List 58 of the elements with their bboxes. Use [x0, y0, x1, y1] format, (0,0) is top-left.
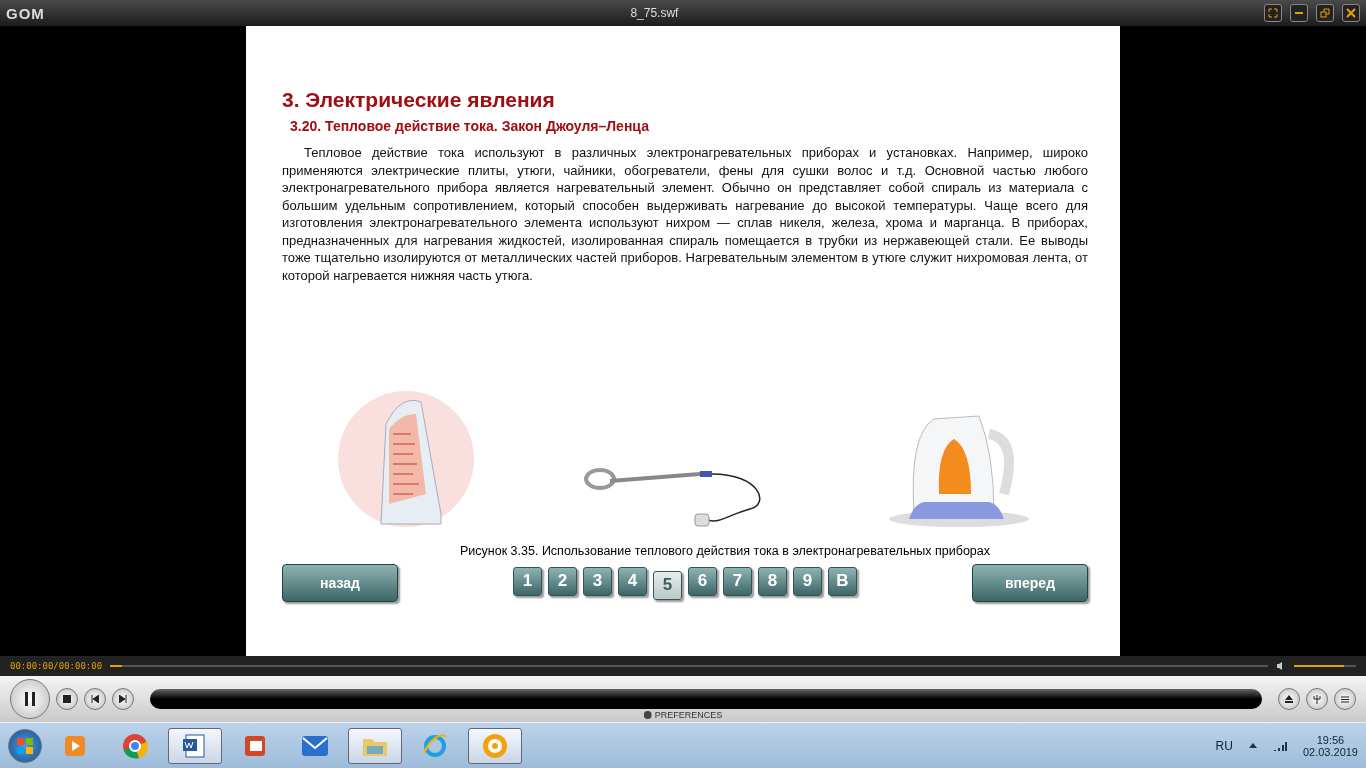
eject-icon [1285, 695, 1293, 703]
stop-icon [63, 695, 71, 703]
taskbar-app-button[interactable] [168, 727, 222, 764]
signal-icon[interactable] [1272, 740, 1287, 751]
forward-button[interactable]: вперед [972, 564, 1088, 602]
slide-paragraph: Тепловое действие тока используют в различных электронагревательных приборах и установках. Например, широко применяются электрические плиты, утюги, чайники, обогреватели, фены для сушки волос и т.д. Основной частью любого электронагревательного прибора является нагревательный элемент. Обычно он представляет собой спираль из материала с большим удельным сопротивлением, который способен выдерживать нагревание до высокой температуры. Чаще всего для изготовления электронагревательного элемента используют нихром — сплав никеля, железа, хрома и марганца. В приборах, предназначенных для нагревания жидкостей, изолированная спираль помещается в трубки из нержавеющей стали. Ее выводы тоже тщательно изолируются от металлических частей приборов. Нагревательным элементом в утюге служит нихромовая лента, от которой нагревается нижняя часть утюга. [282, 144, 1088, 284]
page-button[interactable]: 3 [583, 566, 612, 596]
equalizer-button[interactable] [1306, 688, 1328, 710]
preferences-button[interactable]: PREFERENCES [637, 709, 729, 721]
slide-heading: 3. Электрические явления [282, 88, 556, 112]
window-title: 8_75.swf [629, 6, 680, 20]
page-button[interactable]: 9 [793, 566, 822, 596]
restore-icon [1320, 8, 1330, 18]
close-icon [1346, 8, 1356, 18]
stop-button[interactable] [56, 688, 78, 710]
restore-button[interactable] [1316, 4, 1334, 22]
menu-button[interactable] [1334, 688, 1356, 710]
menu-icon [1341, 695, 1349, 703]
envelope-icon [301, 734, 329, 757]
taskbar-app-button[interactable] [348, 727, 402, 764]
close-button[interactable] [1342, 4, 1360, 22]
page-button[interactable]: В [828, 566, 857, 596]
eject-button[interactable] [1278, 688, 1300, 710]
windows-logo-icon [17, 737, 33, 754]
page-button[interactable]: 6 [688, 566, 717, 596]
page-button[interactable]: 7 [723, 566, 752, 596]
previous-icon [91, 695, 99, 703]
pause-button[interactable] [10, 679, 50, 719]
language-indicator[interactable]: RU [1215, 738, 1233, 753]
fullscreen-button[interactable] [1264, 4, 1282, 22]
browser-icon [122, 732, 148, 759]
minimize-button[interactable] [1290, 4, 1308, 22]
page-button[interactable]: 8 [758, 566, 787, 596]
figure-caption: Рисунок 3.35. Использование теплового действия тока в электронагревательных приборах [459, 544, 991, 558]
page-button[interactable]: 2 [548, 566, 577, 596]
page-button[interactable]: 4 [618, 566, 647, 596]
document-icon [182, 732, 208, 759]
caret-up-icon[interactable] [1248, 743, 1257, 748]
next-button[interactable] [112, 688, 134, 710]
pause-icon [24, 692, 36, 706]
taskbar-app-button[interactable] [468, 727, 522, 764]
clock[interactable]: 19:56 02.03.2019 [1302, 733, 1358, 758]
fullscreen-icon [1268, 8, 1278, 18]
slide-subheading: 3.20. Тепловое действие тока. Закон Джоуля–Ленца [290, 118, 650, 134]
back-button[interactable]: назад [282, 564, 398, 602]
dot-icon [643, 711, 652, 719]
play-icon [63, 733, 87, 758]
minimize-icon [1295, 12, 1303, 14]
next-icon [119, 695, 127, 703]
start-button[interactable] [8, 728, 42, 763]
globe-e-icon [422, 732, 448, 759]
time-display: 00:00:00/00:00:00 [10, 661, 103, 671]
page-button[interactable]: 1 [513, 566, 542, 596]
previous-button[interactable] [84, 688, 106, 710]
gom-logo-icon [481, 731, 509, 760]
app-logo: GOM [6, 4, 45, 22]
fork-icon [1313, 694, 1321, 704]
page-button[interactable]: 5 [653, 570, 682, 600]
